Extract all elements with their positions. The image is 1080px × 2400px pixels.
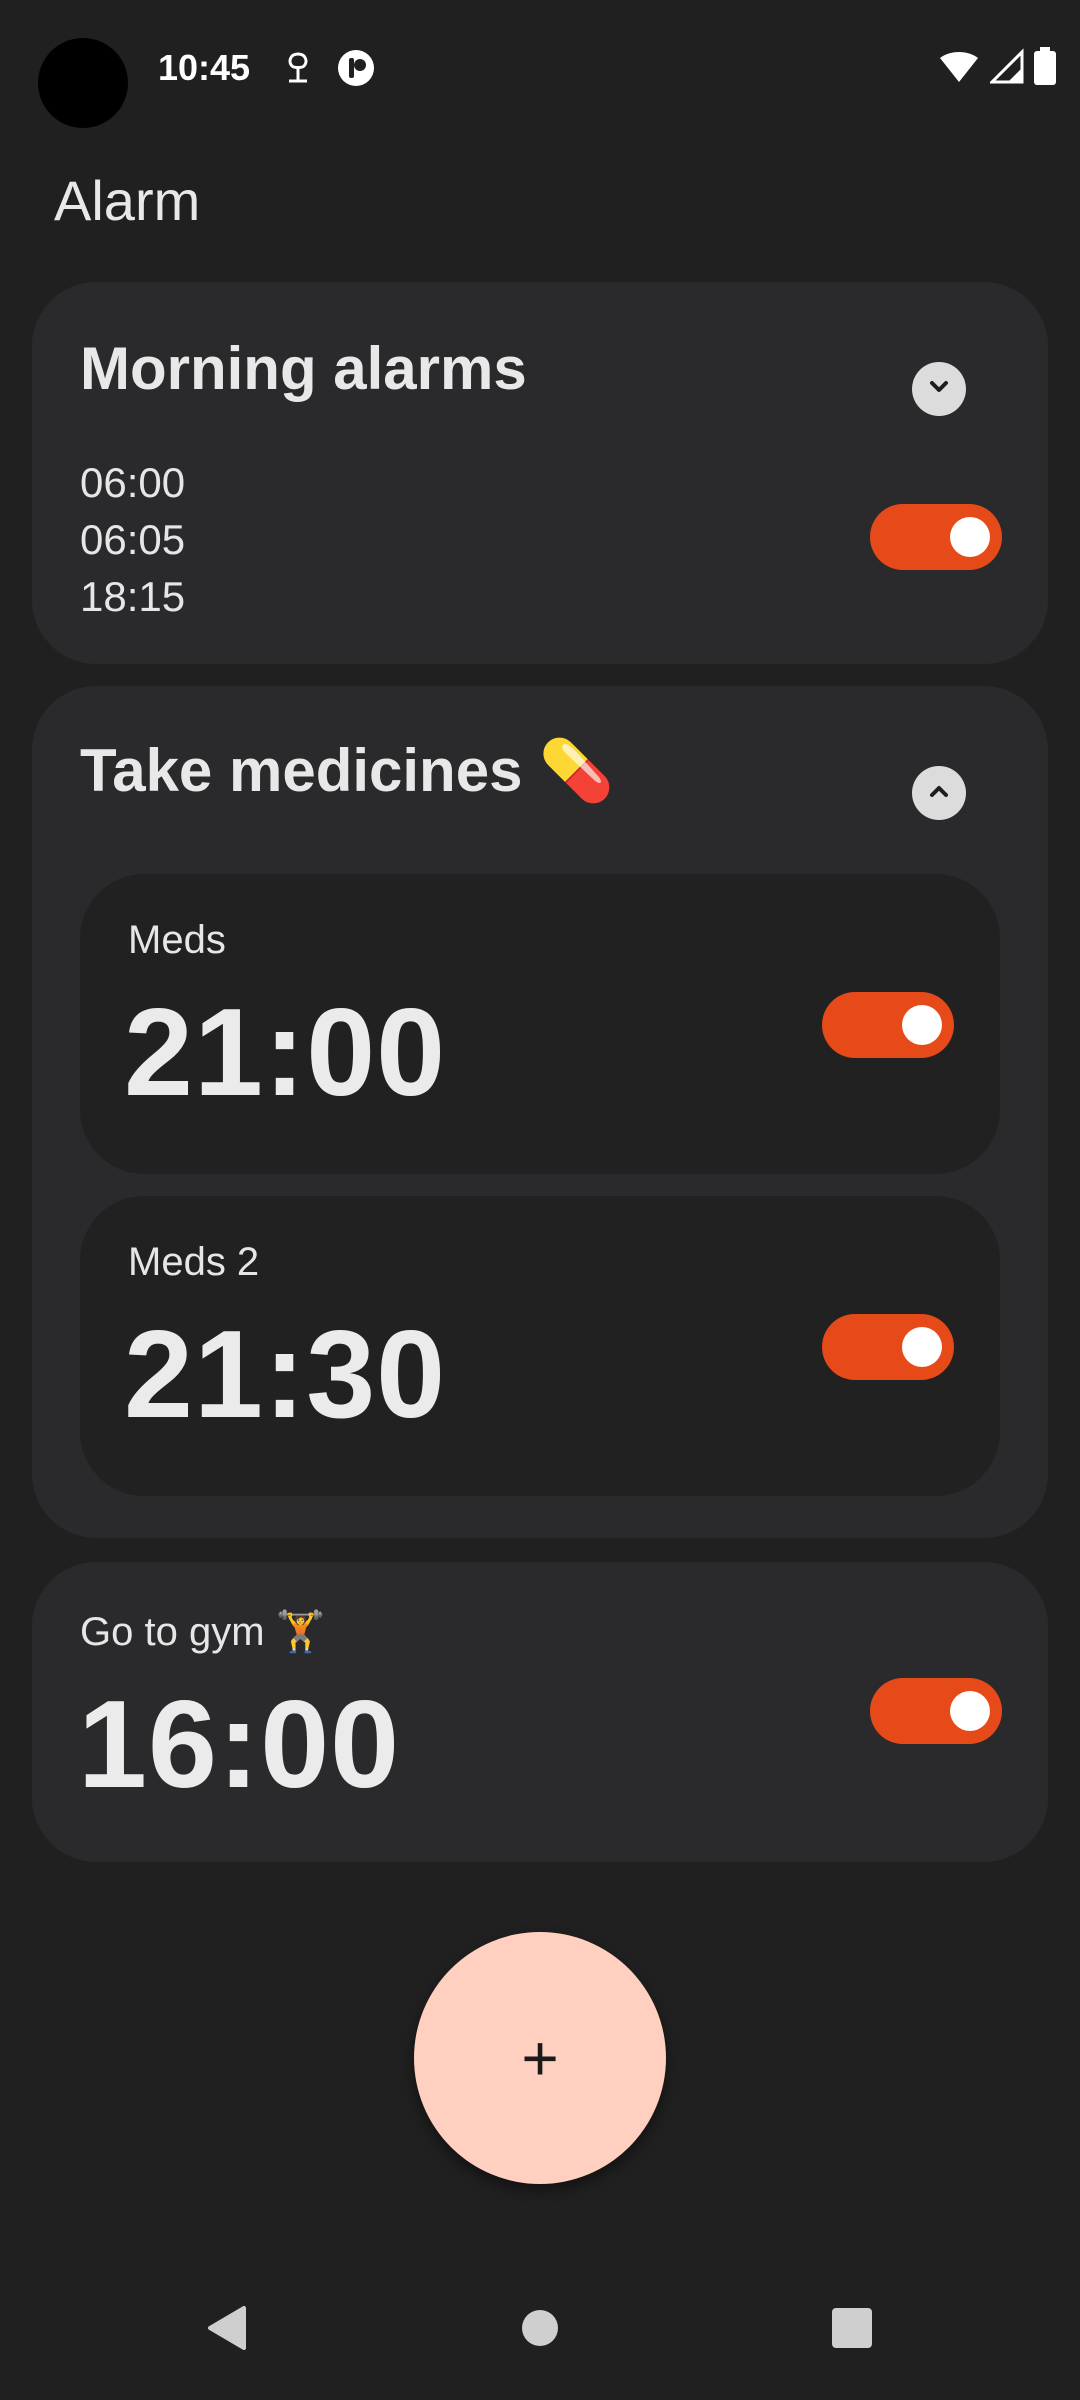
alarm-time: 21:30 (124, 1306, 447, 1444)
recents-square-icon (831, 2307, 873, 2354)
home-circle-icon (520, 2308, 560, 2353)
alarm-card-meds[interactable]: Meds 21:00 (80, 874, 1000, 1174)
alarm-toggle[interactable] (822, 992, 954, 1058)
alarm-label: Meds 2 (128, 1240, 260, 1284)
alarm-screen: 10:45 Alarm Morning alarms 06:00 06:05 1… (0, 0, 1080, 2400)
signal-icon (988, 47, 1024, 89)
chevron-up-icon (926, 778, 952, 809)
alarm-card-go-to-gym[interactable]: Go to gym 🏋️ 16:00 (32, 1562, 1048, 1862)
plus-icon: + (521, 2022, 559, 2094)
group-time-item: 18:15 (80, 573, 186, 620)
group-toggle[interactable] (870, 504, 1002, 570)
wifi-icon (938, 48, 980, 89)
nav-back-button[interactable] (196, 2300, 256, 2360)
alarm-label: Meds (128, 918, 226, 962)
battery-icon (1034, 46, 1056, 90)
toggle-knob (902, 1327, 942, 1367)
group-times-list: 06:00 06:05 18:15 (80, 454, 185, 625)
group-title: Take medicines 💊 (80, 737, 614, 804)
nav-recents-button[interactable] (822, 2300, 882, 2360)
camera-cutout (38, 38, 128, 128)
status-right-icons (938, 46, 1056, 90)
toggle-knob (902, 1005, 942, 1045)
alarm-card-meds-2[interactable]: Meds 2 21:30 (80, 1196, 1000, 1496)
toggle-knob (950, 517, 990, 557)
nav-home-button[interactable] (510, 2300, 570, 2360)
alarm-toggle[interactable] (822, 1314, 954, 1380)
alarm-label: Go to gym 🏋️ (80, 1610, 326, 1654)
app-title: Alarm (54, 169, 201, 232)
group-time-item: 06:00 (80, 459, 186, 506)
status-time: 10:45 (158, 47, 251, 88)
group-title: Morning alarms (80, 335, 527, 402)
alarm-toggle[interactable] (870, 1678, 1002, 1744)
alarm-time: 21:00 (124, 984, 447, 1122)
group-time-item: 06:05 (80, 516, 186, 563)
chevron-down-icon (926, 374, 952, 405)
back-triangle-icon (204, 2304, 248, 2357)
alarm-time: 16:00 (78, 1676, 401, 1814)
notification-app-icon (336, 48, 376, 88)
add-alarm-button[interactable]: + (414, 1932, 666, 2184)
expand-button[interactable] (912, 362, 966, 416)
group-card-take-medicines[interactable]: Take medicines 💊 Meds 21:00 Meds 2 21:30 (32, 686, 1048, 1538)
notification-plant-icon (278, 48, 318, 88)
group-card-morning-alarms[interactable]: Morning alarms 06:00 06:05 18:15 (32, 282, 1048, 664)
collapse-button[interactable] (912, 766, 966, 820)
toggle-knob (950, 1691, 990, 1731)
